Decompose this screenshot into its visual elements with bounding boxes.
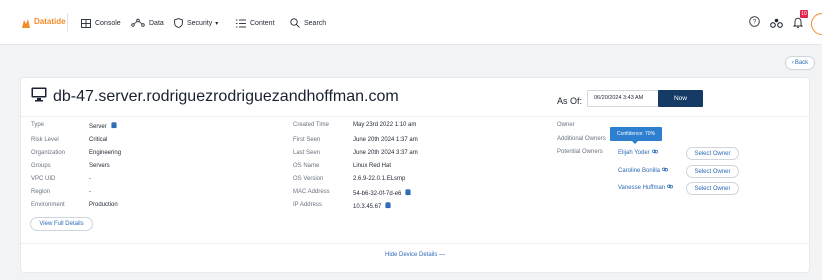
field-label-owner: Owner [557, 122, 575, 128]
field-value-ip-address: 10.3.45.67 [353, 202, 391, 211]
search-icon [290, 18, 300, 28]
field-label-organization: Organization [31, 150, 66, 156]
data-icon [131, 18, 145, 28]
database-icon [111, 122, 117, 131]
field-value-environment: Production [89, 202, 118, 208]
nav-security-label: Security [187, 19, 213, 27]
field-label-os-name: OS Name [293, 163, 320, 169]
notification-badge: 10 [800, 10, 808, 18]
field-label-last-seen: Last Seen [293, 150, 321, 156]
help-icon[interactable]: ? [749, 14, 760, 32]
field-value-os-version: 2.6.9-22.0.1.ELsmp [353, 176, 406, 182]
logo[interactable]: Datatide [21, 16, 66, 28]
field-label-environment: Environment [31, 202, 65, 208]
field-value-mac-address: 54-b6-32-0f-7d-e6 [353, 189, 411, 198]
nav-console-label: Console [95, 19, 121, 27]
nav-data-label: Data [149, 19, 164, 27]
nav-search[interactable]: Search [290, 15, 326, 31]
back-button-label: Back [794, 60, 809, 66]
link-icon [651, 149, 658, 156]
nav-content[interactable]: Content [236, 15, 275, 31]
console-icon [81, 18, 91, 28]
shield-icon [174, 18, 183, 28]
field-label-created-time: Created Time [293, 122, 330, 128]
svg-text:?: ? [753, 20, 757, 26]
field-value-first-seen: June 20th 2024 1:37 am [353, 137, 418, 143]
device-hostname: db-47.server.rodriguezrodriguezandhoffma… [53, 88, 399, 105]
select-owner-button[interactable]: Select Owner [686, 147, 739, 160]
field-value-region: - [89, 189, 91, 195]
potential-owner-name: Caroline Bonilla [618, 167, 661, 174]
view-full-details-button[interactable]: View Full Details [30, 217, 93, 231]
field-label-potential-owners: Potential Owners [557, 149, 603, 155]
monitor-icon [31, 87, 47, 107]
field-value-os-name: Linux Red Hat [353, 163, 392, 169]
nav-search-label: Search [304, 19, 327, 27]
device-card: db-47.server.rodriguezrodriguezandhoffma… [21, 78, 809, 272]
field-label-groups: Groups [31, 163, 51, 169]
link-icon [667, 184, 674, 191]
potential-owner-link[interactable]: Elijah Yoder [618, 149, 658, 156]
field-value-organization: Engineering [89, 150, 122, 156]
potential-owner-name: Vanesse Huffman [618, 184, 666, 191]
nav-divider [67, 13, 68, 32]
field-value-mac-address-text: 54-b6-32-0f-7d-e6 [353, 190, 402, 197]
field-label-mac-address: MAC Address [293, 189, 330, 195]
select-owner-button[interactable]: Select Owner [686, 182, 739, 195]
database-icon [385, 202, 391, 211]
as-of-label: As Of: [557, 96, 583, 106]
field-label-vpc-uid: VPC UID [31, 176, 56, 182]
database-icon [405, 189, 411, 198]
collapse-icon: — [439, 252, 446, 258]
as-of-datetime-input[interactable]: 06/20/2024 3:43 AM [587, 90, 668, 107]
potential-owner-link[interactable]: Caroline Bonilla [618, 167, 668, 174]
chevron-left-icon: ‹ [791, 60, 794, 66]
field-value-type: Server [89, 122, 117, 131]
field-value-ip-address-text: 10.3.45.67 [353, 203, 382, 210]
field-label-os-version: OS Version [293, 176, 324, 182]
field-value-groups: Servers [89, 163, 110, 169]
device-title: db-47.server.rodriguezrodriguezandhoffma… [31, 87, 399, 107]
top-navigation: Datatide Console Data Security ▾ Content… [0, 0, 822, 45]
divider [21, 243, 809, 244]
now-button[interactable]: Now [658, 90, 703, 107]
logo-icon [21, 16, 31, 28]
confidence-tooltip: Confidence: 70% [610, 127, 662, 144]
field-value-created-time: May 23rd 2022 1:10 am [353, 122, 417, 128]
logo-text: Datatide [34, 17, 66, 26]
field-label-additional-owners: Additional Owners [557, 136, 606, 142]
list-icon [236, 19, 246, 28]
integrations-icon[interactable] [770, 15, 783, 33]
potential-owner-name: Elijah Yoder [618, 149, 650, 156]
hide-device-details-link[interactable]: Hide Device Details — [21, 252, 809, 258]
field-label-type: Type [31, 122, 45, 128]
link-icon [662, 167, 668, 174]
field-label-risk-level: Risk Level [31, 137, 59, 143]
nav-console[interactable]: Console [81, 15, 121, 31]
nav-data[interactable]: Data [131, 15, 164, 31]
select-owner-button[interactable]: Select Owner [686, 165, 739, 178]
hide-device-details-label: Hide Device Details [384, 252, 438, 258]
avatar[interactable] [811, 13, 822, 35]
field-value-vpc-uid: - [89, 176, 91, 182]
potential-owner-link[interactable]: Vanesse Huffman [618, 184, 674, 191]
field-label-region: Region [31, 189, 51, 195]
field-value-risk-level: Critical [89, 137, 108, 143]
chevron-down-icon: ▾ [215, 20, 219, 27]
field-value-last-seen: June 20th 2024 3:37 am [353, 150, 418, 156]
nav-security[interactable]: Security ▾ [174, 15, 218, 31]
divider [21, 116, 809, 117]
field-label-first-seen: First Seen [293, 137, 321, 143]
field-label-ip-address: IP Address [293, 202, 322, 208]
field-value-type-text: Server [89, 123, 107, 130]
back-button[interactable]: ‹ Back [785, 56, 815, 70]
nav-content-label: Content [250, 19, 275, 27]
